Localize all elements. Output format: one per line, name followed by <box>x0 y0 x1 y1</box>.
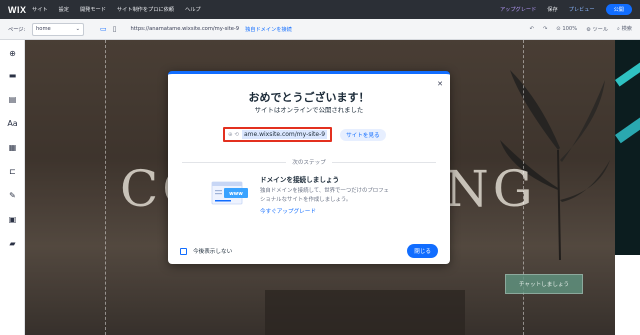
undo-icon[interactable]: ↶ <box>530 26 534 32</box>
wix-logo[interactable]: WIX <box>0 5 32 15</box>
editor-toolbar: ページ: home ⌄ ▭ ▯ https://anamatame.wixsit… <box>0 19 640 40</box>
tools-icon: ⚙ <box>586 26 591 33</box>
menu-site[interactable]: サイト <box>32 6 48 13</box>
tools-label: ツール <box>592 26 609 33</box>
apps-icon[interactable]: ▦ <box>7 142 18 153</box>
search-icon: ⌕ <box>617 26 620 32</box>
connect-domain-section: ドメインを接続しましょう 独自ドメインを接続して、世界で一つだけのプロフェ ショ… <box>260 174 420 215</box>
teal-stripe <box>615 45 640 87</box>
white-block <box>615 255 640 335</box>
left-sidebar: ⊕ ▬ ▤ Aa ▦ ⊏ ✎ ▣ ▰ <box>0 40 25 335</box>
next-step-label: 次のステップ <box>292 160 326 166</box>
publish-button[interactable]: 公開 <box>605 4 632 15</box>
device-switcher: ▭ ▯ <box>100 25 116 33</box>
dont-show-checkbox[interactable] <box>180 247 187 255</box>
top-actions: アップグレード 保存 プレビュー 公開 <box>500 4 640 15</box>
dialog-title: おめでとうございます！ <box>248 91 370 104</box>
connect-domain-link[interactable]: 独自ドメインを接続 <box>245 26 292 33</box>
dont-show-label[interactable]: 今後表示しない <box>193 247 232 255</box>
next-step-divider: 次のステップ <box>182 158 437 166</box>
dialog-subtitle: サイトはオンラインで公開されました <box>254 106 364 114</box>
view-site-button[interactable]: サイトを見る <box>340 128 386 141</box>
save-button[interactable]: 保存 <box>547 6 557 13</box>
search-button[interactable]: ⌕ 検索 <box>617 25 632 33</box>
url-row: ⊕ ⟲ ame.wixsite.com/my-site-9 サイトを見る <box>223 127 386 142</box>
page-select-value: home <box>36 26 51 32</box>
mobile-icon[interactable]: ▯ <box>113 25 117 33</box>
site-url-field[interactable]: ⊕ ⟲ ame.wixsite.com/my-site-9 <box>223 127 333 142</box>
upgrade-now-link[interactable]: 今すぐアップグレード <box>260 207 420 215</box>
right-panel-edge <box>615 40 640 335</box>
teal-stripe <box>615 100 640 144</box>
menu-dev-mode[interactable]: 開発モード <box>80 6 106 13</box>
dialog-footer: 今後表示しない 閉じる <box>180 244 438 258</box>
illus-www-text: www <box>229 191 243 197</box>
zoom-control[interactable]: ⊙ 100% <box>556 26 577 32</box>
preview-button[interactable]: プレビュー <box>569 6 595 13</box>
chevron-down-icon: ⌄ <box>75 26 80 32</box>
toolbar-right: ↶ ↷ ⊙ 100% ⚙ ツール ⌕ 検索 <box>530 25 640 33</box>
media-icon[interactable]: ⊏ <box>7 166 18 177</box>
blog-icon[interactable]: ✎ <box>7 190 18 201</box>
tools-button[interactable]: ⚙ ツール <box>586 26 608 33</box>
description-line: 独自ドメインを接続して、世界で一つだけのプロフェ <box>260 188 389 194</box>
theme-icon[interactable]: Aa <box>7 118 18 129</box>
connect-domain-description: 独自ドメインを接続して、世界で一つだけのプロフェ ショナルなサイトを作成しましょ… <box>260 187 420 205</box>
menu-hire-pro[interactable]: サイト制作をプロに依頼 <box>117 6 174 13</box>
domain-illustration: www <box>211 181 248 205</box>
zoom-value: 100% <box>562 26 578 32</box>
business-icon[interactable]: ▰ <box>7 238 18 249</box>
site-url-value: ame.wixsite.com/my-site-9 <box>241 130 328 139</box>
table-icon[interactable]: ▣ <box>7 214 18 225</box>
close-icon[interactable]: ✕ <box>437 80 443 88</box>
description-line: ショナルなサイトを作成しましょう。 <box>260 197 352 203</box>
divider-line <box>331 161 437 163</box>
site-url[interactable]: https://anamatame.wixsite.com/my-site-9 <box>130 26 239 32</box>
publish-success-dialog: ✕ おめでとうございます！ サイトはオンラインで公開されました ⊕ ⟲ ame.… <box>168 71 450 264</box>
zoom-icon: ⊙ <box>556 26 561 32</box>
lock-icon: ⊕ ⟲ <box>228 131 239 138</box>
desktop-icon[interactable]: ▭ <box>100 25 107 33</box>
menu-settings[interactable]: 設定 <box>59 6 69 13</box>
pages-icon[interactable]: ▬ <box>7 70 18 81</box>
connect-domain-title: ドメインを接続しましょう <box>260 176 340 184</box>
top-menu: サイト 設定 開発モード サイト制作をプロに依頼 ヘルプ <box>32 6 201 13</box>
upgrade-button[interactable]: アップグレード <box>500 6 536 13</box>
divider-line <box>182 161 287 163</box>
document-icon[interactable]: ▤ <box>7 94 18 105</box>
chat-button[interactable]: チャットしましょう <box>505 274 583 294</box>
page-select[interactable]: home ⌄ <box>32 22 84 36</box>
redo-icon[interactable]: ↷ <box>543 26 547 32</box>
grid-guide-left <box>105 40 106 335</box>
top-bar: WIX サイト 設定 開発モード サイト制作をプロに依頼 ヘルプ アップグレード… <box>0 0 640 19</box>
search-label: 検索 <box>621 26 632 32</box>
close-button[interactable]: 閉じる <box>407 244 438 258</box>
page-label: ページ: <box>8 26 26 33</box>
menu-help[interactable]: ヘルプ <box>185 6 201 13</box>
add-icon[interactable]: ⊕ <box>7 48 18 59</box>
table-image <box>265 290 465 335</box>
